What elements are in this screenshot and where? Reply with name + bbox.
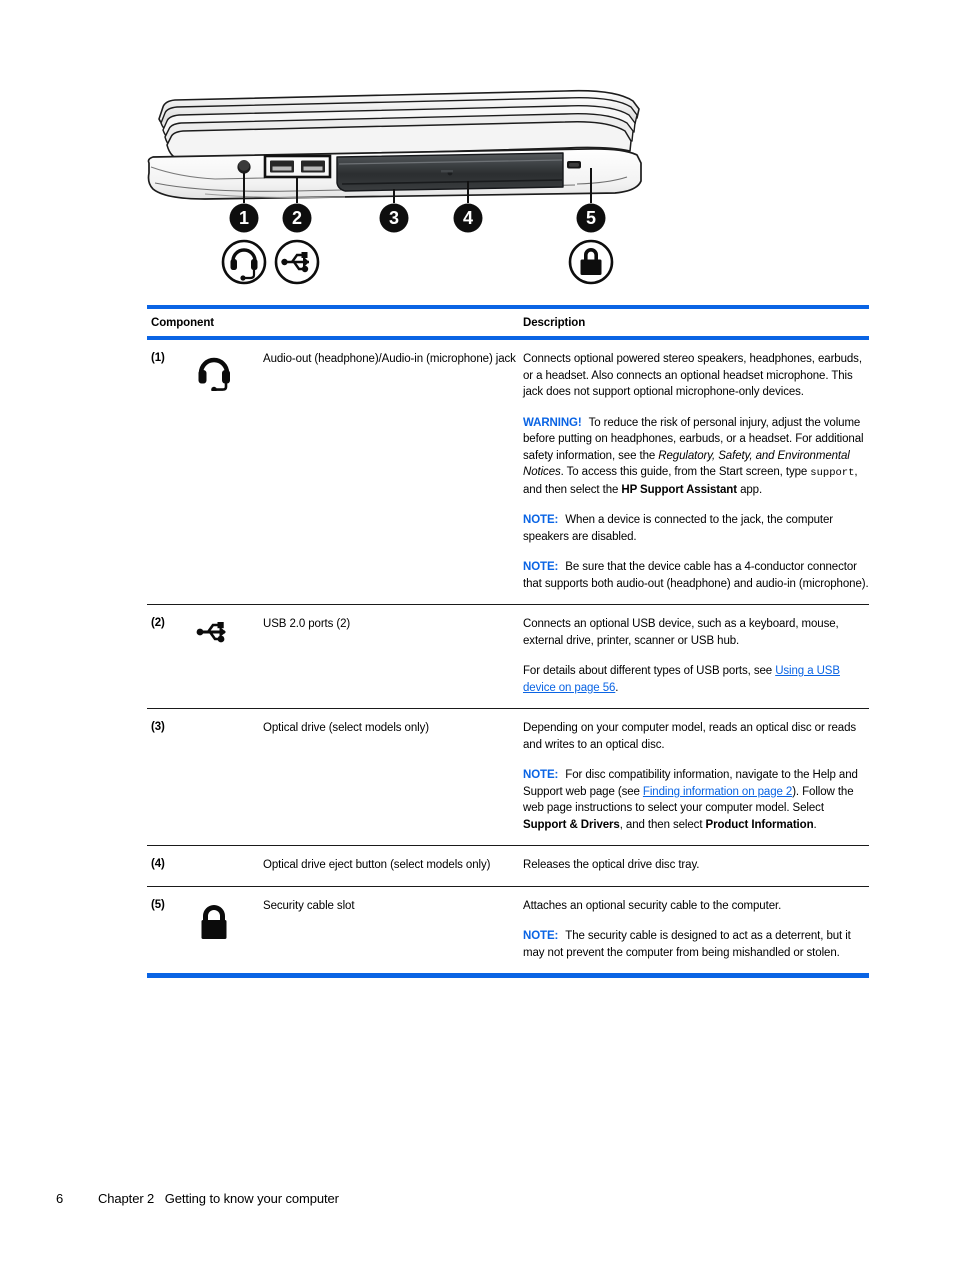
- note-label: NOTE:: [523, 561, 559, 573]
- menu-name: Product Information: [705, 818, 814, 831]
- description-cell: Releases the optical drive disc tray.: [523, 857, 869, 874]
- column-header-description: Description: [523, 317, 586, 329]
- table-row: (4) Optical drive eject button (select m…: [147, 845, 869, 886]
- optical-drive: [336, 152, 564, 192]
- description-cell: Attaches an optional security cable to t…: [523, 898, 869, 962]
- row-number: (2): [151, 617, 165, 629]
- table-bottom-rule: [147, 973, 869, 978]
- note-2: NOTE: Be sure that the device cable has a…: [523, 561, 869, 590]
- component-label: USB 2.0 ports (2): [263, 618, 351, 630]
- no-icon-placeholder: [193, 857, 263, 874]
- description-main: Connects an optional USB device, such as…: [523, 618, 839, 647]
- note-label: NOTE:: [523, 514, 559, 526]
- symbol-circle-usb: [274, 239, 320, 285]
- note-label: NOTE:: [523, 769, 559, 781]
- components-table: Component Description (1) Audio-out (hea…: [147, 305, 869, 978]
- description-main: Connects optional powered stereo speaker…: [523, 353, 862, 398]
- component-label: Optical drive (select models only): [263, 722, 429, 734]
- description-cell: Connects optional powered stereo speaker…: [523, 351, 869, 592]
- description-cell: Connects an optional USB device, such as…: [523, 616, 869, 696]
- description-cell: Depending on your computer model, reads …: [523, 720, 869, 833]
- symbol-circle-lock: [568, 239, 614, 285]
- menu-name: Support & Drivers: [523, 818, 620, 831]
- description-main: Attaches an optional security cable to t…: [523, 899, 782, 912]
- warning-label: WARNING!: [523, 416, 582, 429]
- column-header-component: Component: [151, 317, 214, 329]
- table-row: (3) Optical drive (select models only) D…: [147, 708, 869, 845]
- app-name: HP Support Assistant: [621, 483, 737, 496]
- row-number: (5): [151, 898, 165, 911]
- row-number: (4): [151, 858, 165, 870]
- table-row: (1) Audio-out (headphone)/Audio-in (micr…: [147, 340, 869, 604]
- row-number: (3): [151, 721, 165, 733]
- note-label: NOTE:: [523, 930, 559, 942]
- table-row: (5) Security cable slot Attaches an opti…: [147, 885, 869, 974]
- svg-text:2: 2: [292, 208, 302, 228]
- component-label: Audio-out (headphone)/Audio-in (micropho…: [263, 353, 516, 365]
- note-1: NOTE: When a device is connected to the j…: [523, 514, 834, 543]
- note-1: NOTE: For disc compatibility information,…: [523, 769, 858, 831]
- page-footer: 6 Chapter 2 Getting to know your computer: [56, 1191, 339, 1206]
- headset-icon: [193, 351, 263, 592]
- security-cable-slot: [567, 161, 581, 169]
- description-main: Releases the optical drive disc tray.: [523, 859, 700, 871]
- description-main: Depending on your computer model, reads …: [523, 722, 857, 751]
- svg-text:1: 1: [239, 208, 249, 228]
- typed-command: support: [810, 467, 855, 479]
- row-number: (1): [151, 352, 165, 364]
- laptop-left-side-illustration: 1 2 3 4 5: [145, 85, 645, 300]
- cross-reference: For details about different types of USB…: [523, 665, 840, 694]
- usb-icon: [193, 616, 263, 696]
- lock-icon: [193, 898, 263, 962]
- warning-note: WARNING! To reduce the risk of personal i…: [523, 416, 864, 496]
- component-label: Security cable slot: [263, 899, 355, 912]
- table-header-row: Component Description: [147, 309, 869, 336]
- link-finding-information[interactable]: Finding information on page 2: [643, 786, 792, 798]
- page-number: 6: [56, 1191, 64, 1206]
- callout-bubbles: 1 2 3 4 5: [229, 203, 606, 233]
- table-row: (2) USB 2.0 ports (2) Connects an option…: [147, 604, 869, 708]
- chapter-title: Chapter 2 Getting to know your computer: [98, 1191, 339, 1206]
- symbol-circle-headset: [221, 239, 267, 285]
- svg-text:5: 5: [586, 208, 596, 228]
- svg-text:3: 3: [389, 208, 399, 228]
- no-icon-placeholder: [193, 720, 263, 833]
- component-label: Optical drive eject button (select model…: [263, 859, 491, 871]
- note-1: NOTE: The security cable is designed to a…: [523, 930, 851, 959]
- svg-text:4: 4: [463, 208, 473, 228]
